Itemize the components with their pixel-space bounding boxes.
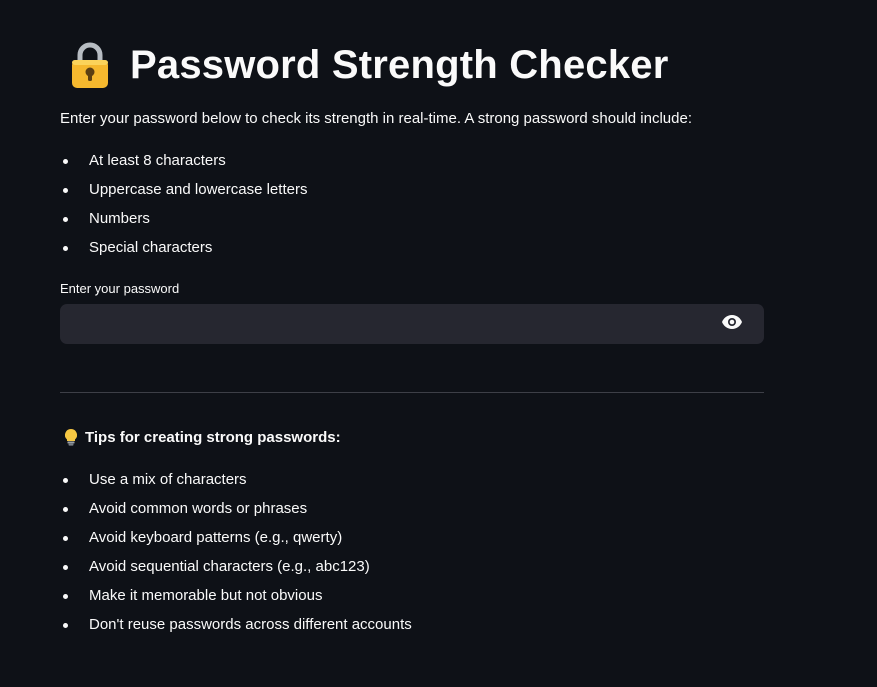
intro-text: Enter your password below to check its s…: [60, 110, 692, 127]
tips-heading: Tips for creating strong passwords:: [63, 428, 341, 446]
list-item: Avoid sequential characters (e.g., abc12…: [60, 557, 412, 586]
page-title: Password Strength Checker: [68, 38, 669, 92]
list-item: Uppercase and lowercase letters: [60, 180, 307, 209]
list-item: Use a mix of characters: [60, 470, 412, 499]
list-item: At least 8 characters: [60, 151, 307, 180]
list-item: Make it memorable but not obvious: [60, 586, 412, 615]
requirements-list: At least 8 characters Uppercase and lowe…: [60, 151, 307, 267]
divider: [60, 392, 764, 393]
list-item: Don't reuse passwords across different a…: [60, 615, 412, 644]
list-item: Numbers: [60, 209, 307, 238]
list-item: Avoid keyboard patterns (e.g., qwerty): [60, 528, 412, 557]
lightbulb-icon: [63, 428, 79, 446]
password-field: [60, 304, 764, 344]
show-password-button[interactable]: [712, 304, 752, 344]
list-item: Avoid common words or phrases: [60, 499, 412, 528]
tips-heading-text: Tips for creating strong passwords:: [85, 428, 341, 446]
password-label: Enter your password: [60, 281, 180, 296]
list-item: Special characters: [60, 238, 307, 267]
lock-icon: [68, 40, 112, 90]
tips-list: Use a mix of characters Avoid common wor…: [60, 470, 412, 644]
password-input[interactable]: [60, 304, 712, 344]
page-title-text: Password Strength Checker: [130, 42, 669, 87]
eye-icon: [722, 314, 742, 334]
